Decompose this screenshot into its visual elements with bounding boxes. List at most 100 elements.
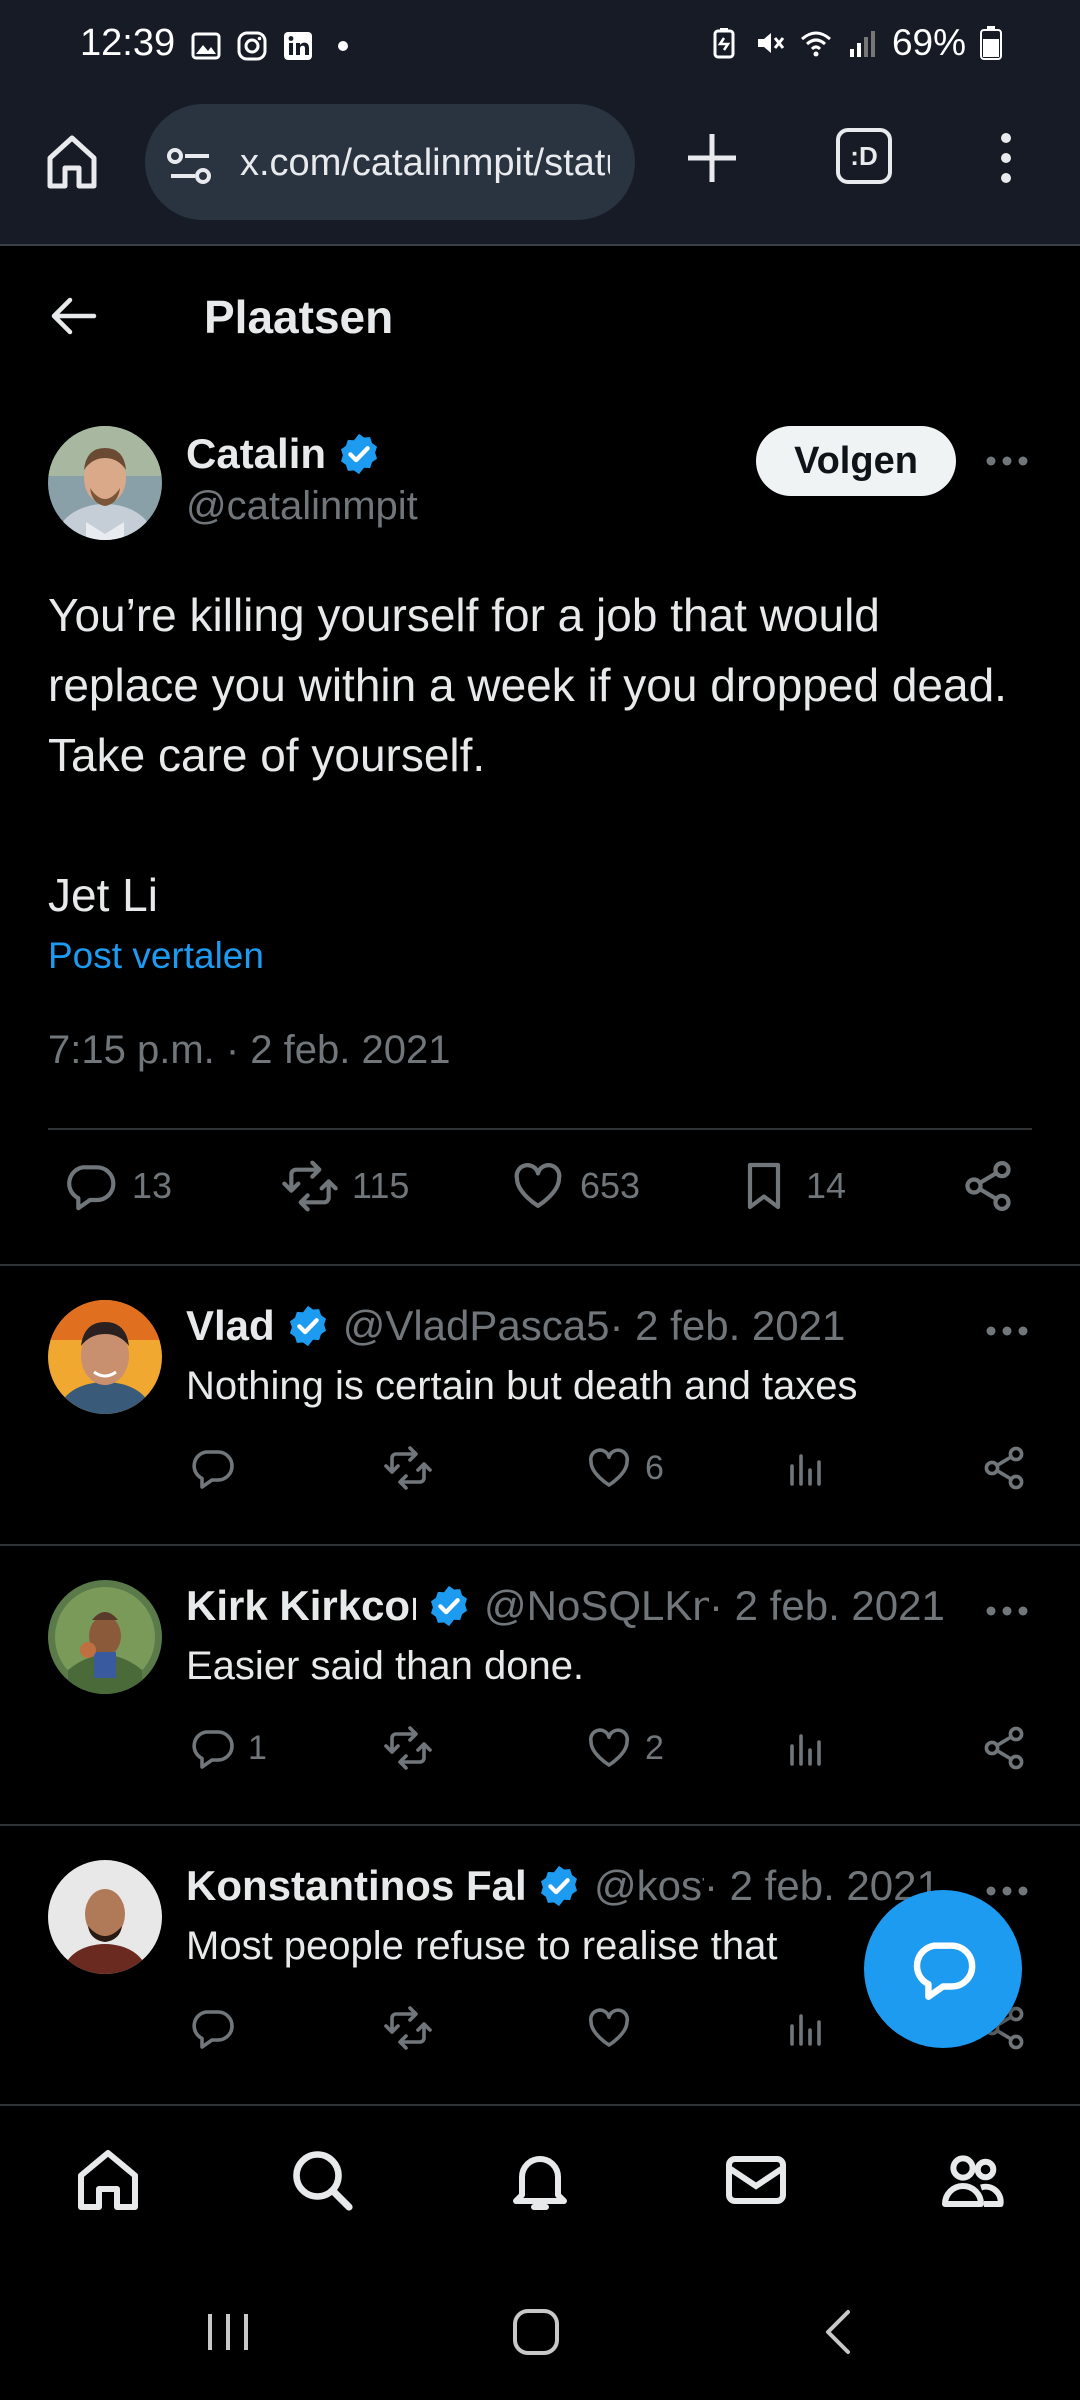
like-button[interactable]: 6 [585, 1444, 664, 1492]
reply-item[interactable]: Kirk Kirkconnell @NoSQLKnowHow · 2 feb. … [0, 1546, 1080, 1820]
share-icon [984, 1446, 1024, 1490]
translate-post-link[interactable]: Post vertalen [48, 935, 264, 977]
search-icon[interactable] [286, 2144, 358, 2216]
views-button[interactable] [782, 1724, 830, 1772]
more-options-icon[interactable] [984, 454, 1030, 468]
reply-text: Nothing is certain but death and taxes [186, 1364, 858, 1408]
dot-icon [338, 41, 348, 51]
follow-button[interactable]: Volgen [756, 426, 956, 496]
system-navigation-bar [0, 2264, 1080, 2400]
more-options-icon[interactable] [984, 1604, 1030, 1618]
notification-icons [190, 30, 348, 62]
reply-author-handle[interactable]: @NoSQLKnowHow [484, 1582, 709, 1630]
reply-actions-bar: 1 2 [0, 1724, 1080, 1784]
new-tab-icon[interactable] [684, 130, 740, 186]
author-name[interactable]: Catalin [186, 430, 382, 478]
bookmark-icon [747, 1162, 781, 1210]
instagram-icon [237, 31, 267, 61]
back-arrow-icon[interactable] [48, 294, 98, 338]
home-icon[interactable] [72, 2144, 144, 2216]
like-button[interactable] [585, 2004, 645, 2052]
home-button-icon[interactable] [508, 2304, 564, 2360]
heart-icon [588, 1728, 630, 1767]
reply-date[interactable]: · 2 feb. 2021 [610, 1302, 846, 1350]
compose-reply-button[interactable] [864, 1890, 1022, 2048]
avatar[interactable] [48, 1860, 162, 1974]
author-handle[interactable]: @catalinmpit [186, 484, 418, 529]
system-icons: 69% [708, 22, 1002, 64]
reply-author-handle[interactable]: @kostasx [594, 1862, 704, 1910]
site-settings-icon[interactable] [165, 146, 215, 186]
divider [48, 1128, 1032, 1130]
like-count: 653 [580, 1165, 641, 1206]
verified-badge-icon [341, 433, 378, 475]
views-button[interactable] [782, 1444, 830, 1492]
status-bar: 12:39 69% [0, 0, 1080, 100]
reply-button[interactable] [188, 2004, 248, 2052]
avatar[interactable] [48, 426, 162, 540]
reply-button[interactable]: 1 [188, 1724, 267, 1772]
reply-author-name[interactable]: Konstantinos Fal [186, 1862, 526, 1910]
reply-button[interactable]: 13 [62, 1158, 172, 1214]
reply-icon [192, 1450, 234, 1489]
reply-header: Kirk Kirkconnell @NoSQLKnowHow · 2 feb. … [186, 1582, 966, 1630]
avatar[interactable] [48, 1300, 162, 1414]
repost-icon [384, 2006, 432, 2050]
repost-button[interactable]: 115 [282, 1158, 409, 1214]
like-count: 2 [645, 1728, 664, 1767]
like-button[interactable]: 653 [510, 1158, 640, 1214]
share-button[interactable] [980, 1444, 1028, 1492]
repost-button[interactable] [384, 1724, 444, 1772]
verified-badge-icon [289, 1305, 326, 1347]
views-button[interactable] [782, 2004, 830, 2052]
wifi-icon [800, 31, 831, 57]
reply-author-handle[interactable]: @VladPasca5 [343, 1302, 610, 1350]
reply-button[interactable] [188, 1444, 248, 1492]
share-icon [984, 1726, 1024, 1770]
browser-toolbar: x.com/catalinmpit/status/ :D [0, 100, 1080, 246]
status-time: 12:39 [80, 22, 176, 64]
reply-text: Most people refuse to realise that [186, 1924, 778, 1968]
image-icon [191, 32, 221, 60]
signal-icon [849, 31, 875, 57]
address-bar[interactable]: x.com/catalinmpit/status/ [145, 104, 635, 220]
battery-saver-icon [713, 28, 735, 59]
mute-icon [757, 33, 785, 53]
analytics-icon [790, 2014, 821, 2046]
share-button[interactable] [960, 1158, 1016, 1214]
repost-button[interactable] [384, 2004, 444, 2052]
home-icon[interactable] [44, 132, 100, 192]
tab-switcher-button[interactable]: :D [836, 128, 892, 184]
chat-bubble-icon [913, 1942, 976, 2000]
battery-icon [980, 26, 1002, 60]
notifications-icon[interactable] [504, 2144, 576, 2216]
reply-author-name[interactable]: Vlad [186, 1302, 275, 1350]
more-options-icon[interactable] [984, 1884, 1030, 1898]
like-button[interactable]: 2 [585, 1724, 664, 1772]
reply-icon [192, 2010, 234, 2049]
more-options-icon[interactable] [984, 1324, 1030, 1338]
reply-header: Konstantinos Fal @kostasx · 2 feb. 2021 [186, 1862, 966, 1910]
reply-author-name[interactable]: Kirk Kirkconnell [186, 1582, 416, 1630]
reply-icon [67, 1165, 116, 1211]
avatar[interactable] [48, 1580, 162, 1694]
like-count: 6 [645, 1448, 664, 1487]
messages-icon[interactable] [720, 2144, 792, 2216]
recent-apps-icon[interactable] [200, 2304, 256, 2360]
analytics-icon [790, 1454, 821, 1486]
reply-count: 13 [132, 1165, 173, 1206]
share-button[interactable] [980, 1724, 1028, 1772]
communities-icon[interactable] [936, 2144, 1008, 2216]
url-text[interactable]: x.com/catalinmpit/status/ [240, 142, 610, 185]
reply-item[interactable]: Vlad @VladPasca5 · 2 feb. 2021 Nothing i… [0, 1266, 1080, 1540]
reply-date[interactable]: · 2 feb. 2021 [709, 1582, 945, 1630]
page-header: Plaatsen [0, 248, 1080, 388]
bookmark-button[interactable]: 14 [736, 1158, 846, 1214]
post-timestamp[interactable]: 7:15 p.m. · 2 feb. 2021 [48, 1028, 450, 1073]
heart-icon [588, 1448, 630, 1487]
page-title: Plaatsen [204, 291, 394, 343]
repost-button[interactable] [384, 1444, 444, 1492]
browser-menu-icon[interactable] [996, 130, 1016, 186]
analytics-icon [790, 1734, 821, 1766]
back-icon[interactable] [812, 2304, 868, 2360]
